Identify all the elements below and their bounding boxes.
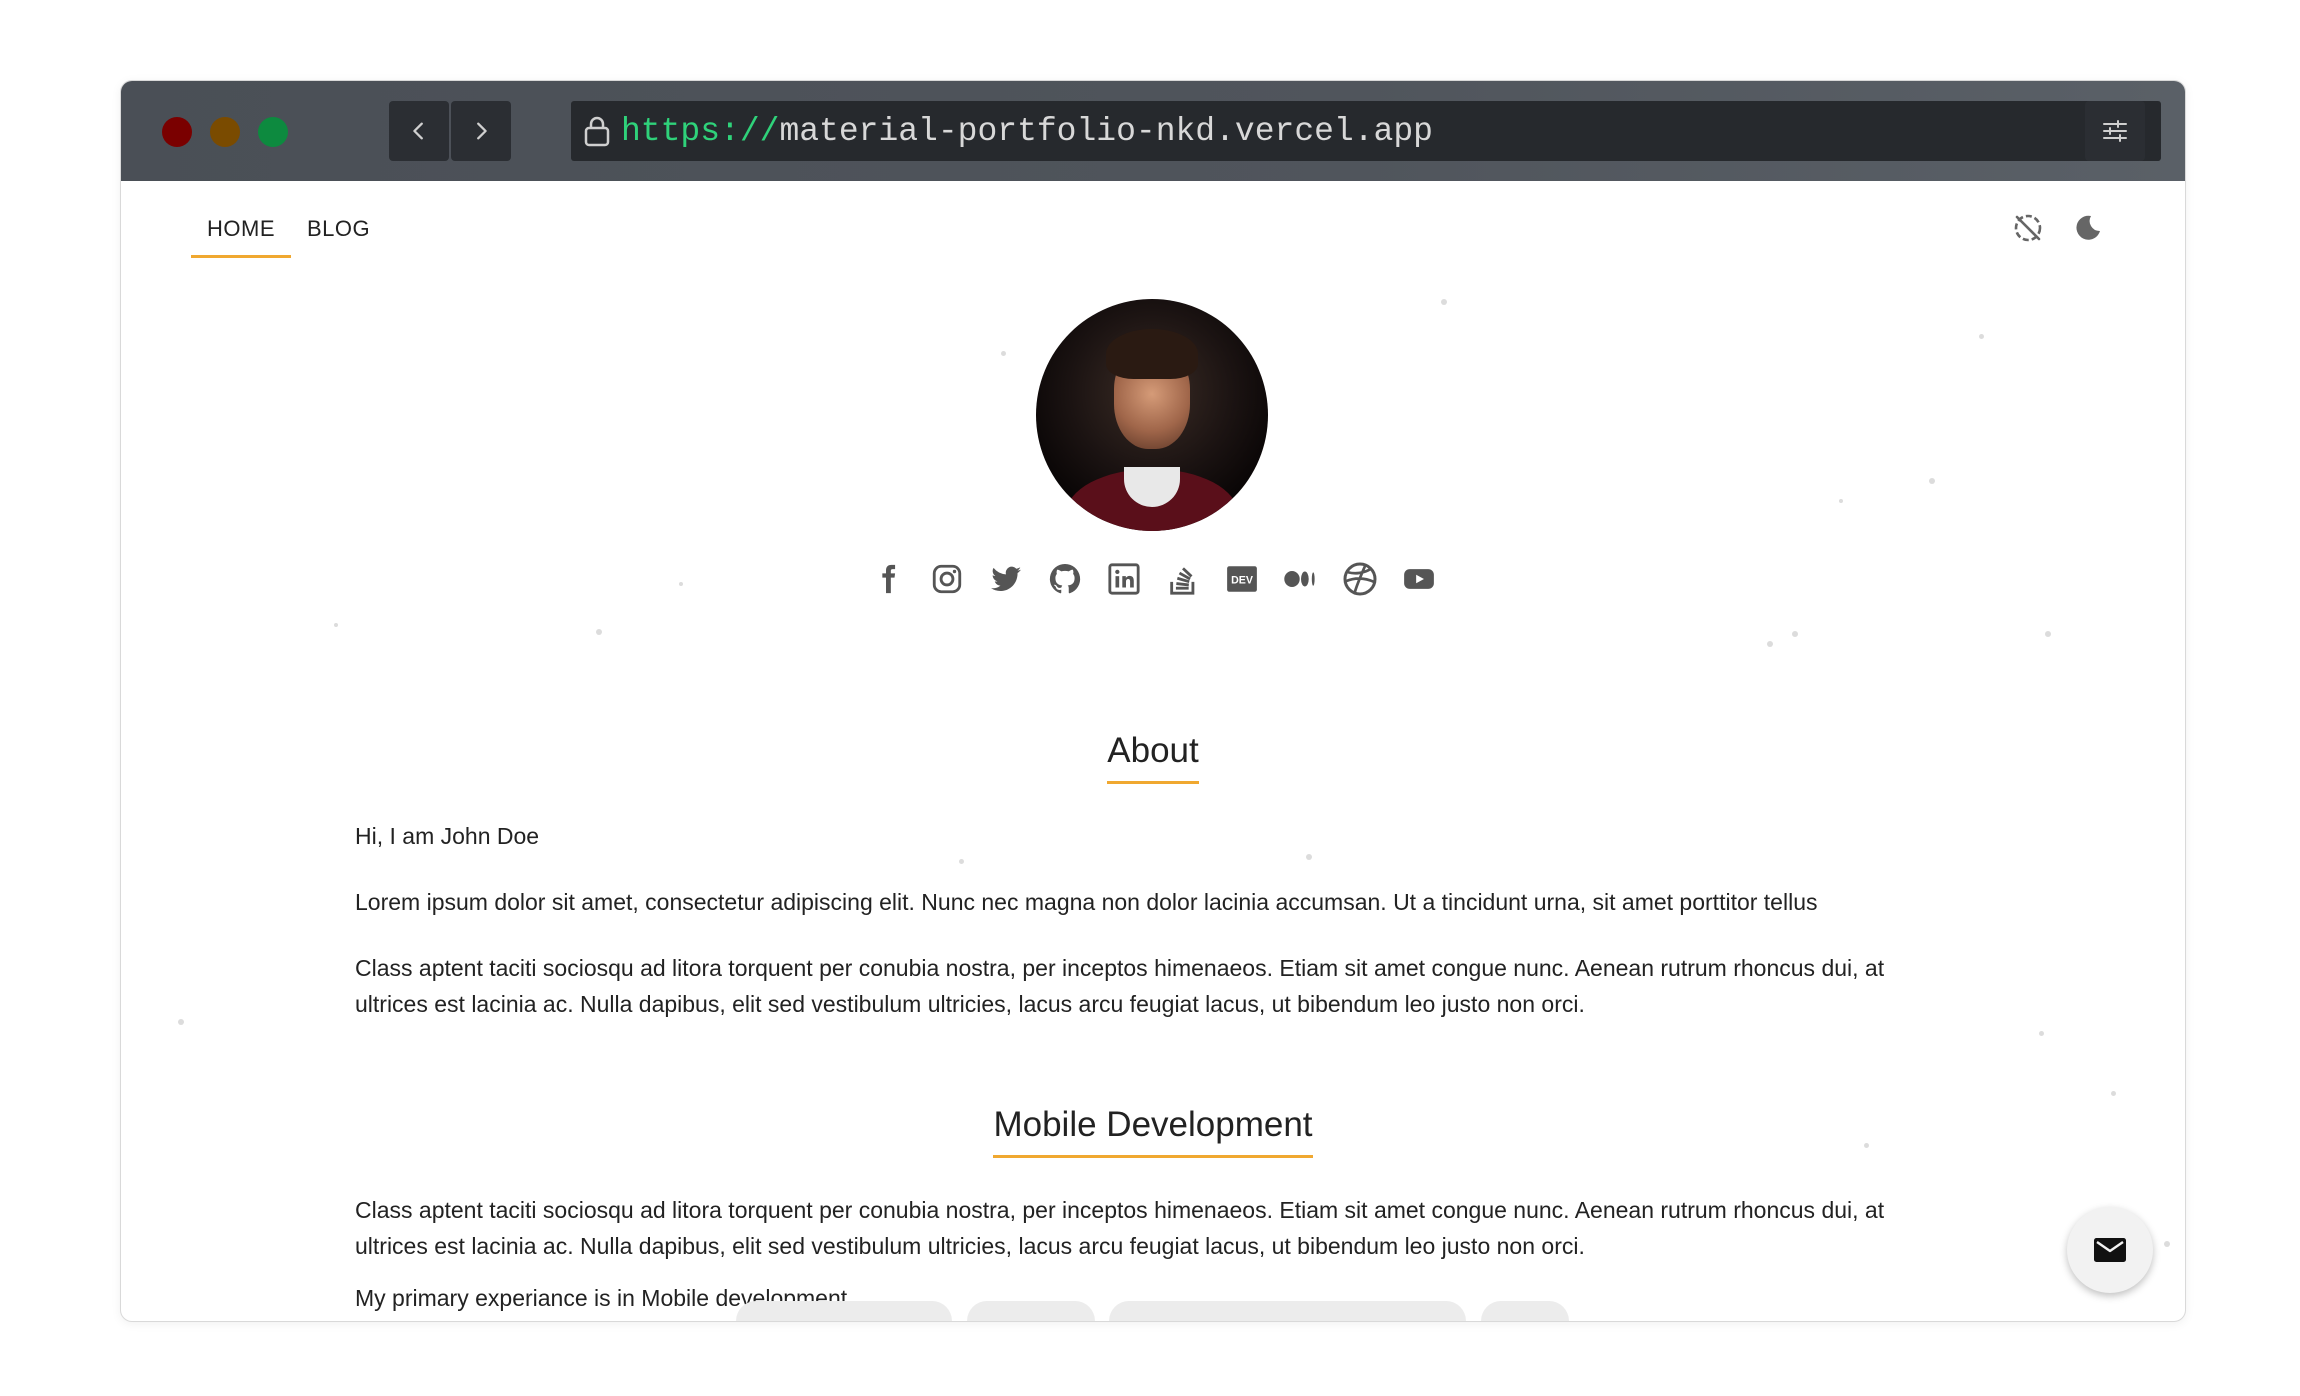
lock-icon bbox=[583, 115, 611, 147]
instagram-icon[interactable] bbox=[929, 561, 965, 597]
bg-particle bbox=[1929, 478, 1935, 484]
bg-particle bbox=[178, 1019, 184, 1025]
maximize-window-button[interactable] bbox=[258, 117, 288, 147]
bg-particle bbox=[959, 859, 964, 864]
address-bar[interactable]: https:// material-portfolio-nkd.vercel.a… bbox=[571, 101, 2161, 161]
bg-particle bbox=[1839, 499, 1843, 503]
bg-particle bbox=[1767, 641, 1773, 647]
animation-off-icon[interactable] bbox=[2011, 211, 2045, 245]
skill-chip[interactable] bbox=[736, 1301, 952, 1321]
social-links: DEV bbox=[121, 561, 2185, 597]
skill-chip[interactable] bbox=[1109, 1301, 1466, 1321]
back-button[interactable] bbox=[389, 101, 449, 161]
mobile-section-title: Mobile Development bbox=[121, 1105, 2185, 1158]
nav-home[interactable]: HOME bbox=[191, 206, 291, 258]
chevron-left-icon bbox=[413, 122, 423, 140]
dark-mode-moon-icon[interactable] bbox=[2071, 211, 2105, 245]
bg-particle bbox=[2164, 1241, 2170, 1247]
browser-titlebar: https:// material-portfolio-nkd.vercel.a… bbox=[121, 81, 2185, 181]
browser-settings-button[interactable] bbox=[2085, 101, 2145, 161]
bg-particle bbox=[2039, 1031, 2044, 1036]
bg-particle bbox=[1441, 299, 1447, 305]
bg-particle bbox=[2045, 631, 2051, 637]
bg-particle bbox=[596, 629, 602, 635]
about-greeting: Hi, I am John Doe bbox=[355, 823, 540, 849]
url-host: material-portfolio-nkd.vercel.app bbox=[779, 112, 1433, 150]
bg-particle bbox=[334, 623, 338, 627]
facebook-icon[interactable] bbox=[870, 561, 906, 597]
bg-particle bbox=[1792, 631, 1798, 637]
forward-button[interactable] bbox=[451, 101, 511, 161]
skill-chip[interactable] bbox=[967, 1301, 1095, 1321]
skill-chip[interactable] bbox=[1481, 1301, 1569, 1321]
linkedin-icon[interactable] bbox=[1106, 561, 1142, 597]
contact-fab-button[interactable] bbox=[2067, 1207, 2153, 1293]
mobile-paragraph-1: Class aptent taciti sociosqu ad litora t… bbox=[355, 1197, 1885, 1259]
profile-avatar bbox=[1036, 299, 1268, 531]
nav-blog[interactable]: BLOG bbox=[291, 206, 386, 258]
bg-particle bbox=[1001, 351, 1006, 356]
github-icon[interactable] bbox=[1047, 561, 1083, 597]
close-window-button[interactable] bbox=[162, 117, 192, 147]
bg-particle bbox=[1979, 334, 1984, 339]
bg-particle bbox=[2111, 1091, 2116, 1096]
chevron-right-icon bbox=[477, 122, 487, 140]
dribbble-icon[interactable] bbox=[1342, 561, 1378, 597]
sliders-icon bbox=[2103, 120, 2127, 142]
svg-text:DEV: DEV bbox=[1231, 575, 1253, 587]
youtube-icon[interactable] bbox=[1401, 561, 1437, 597]
browser-window: https:// material-portfolio-nkd.vercel.a… bbox=[120, 80, 2186, 1322]
about-section-title: About bbox=[121, 731, 2185, 784]
twitter-icon[interactable] bbox=[988, 561, 1024, 597]
bg-particle bbox=[1306, 854, 1312, 860]
minimize-window-button[interactable] bbox=[210, 117, 240, 147]
about-paragraph-1: Lorem ipsum dolor sit amet, consectetur … bbox=[355, 889, 1818, 915]
about-paragraph-2: Class aptent taciti sociosqu ad litora t… bbox=[355, 955, 1885, 1017]
stackoverflow-icon[interactable] bbox=[1165, 561, 1201, 597]
page-content: HOME BLOG DEV About Hi, I am John Doe Lo… bbox=[121, 181, 2185, 1321]
top-navigation: HOME BLOG bbox=[191, 206, 386, 258]
url-scheme: https:// bbox=[621, 112, 780, 150]
medium-icon[interactable] bbox=[1283, 561, 1319, 597]
dev-icon[interactable]: DEV bbox=[1224, 561, 1260, 597]
header-actions bbox=[2011, 211, 2105, 245]
mail-icon bbox=[2094, 1238, 2126, 1262]
